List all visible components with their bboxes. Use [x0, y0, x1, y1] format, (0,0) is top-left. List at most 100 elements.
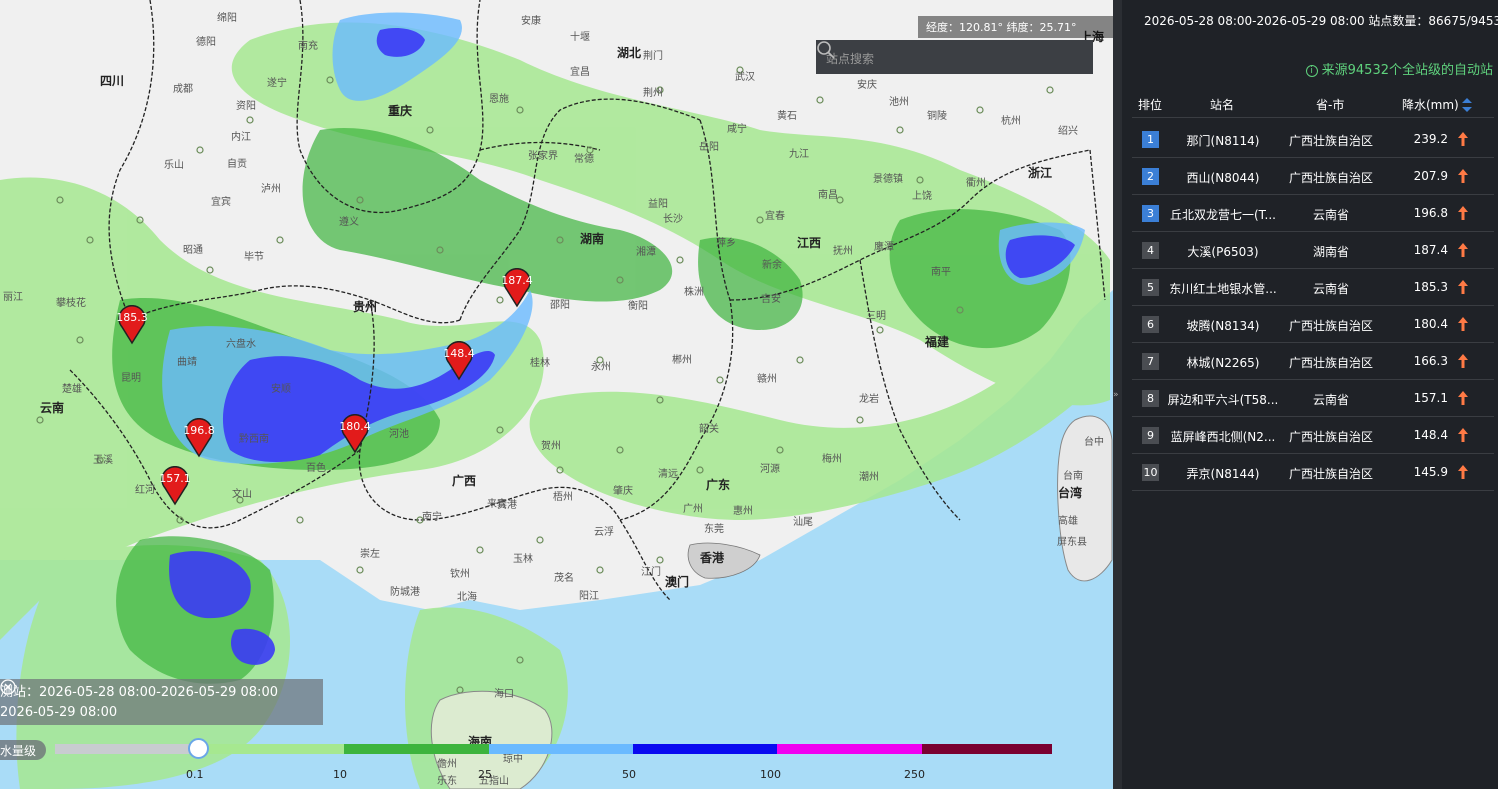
legend-threshold-slider[interactable]	[188, 738, 209, 759]
city-label: 自贡	[227, 159, 247, 170]
marker-value: 185.3	[116, 311, 148, 324]
city-label: 昭通	[183, 245, 203, 256]
station-name[interactable]: 弄京(N8144)	[1165, 465, 1281, 482]
col-precip[interactable]: 降水(mm)	[1402, 96, 1472, 113]
arrow-up-icon	[1458, 132, 1468, 146]
station-search-input[interactable]: 站点搜索	[816, 40, 1093, 74]
city-label: 铜陵	[927, 111, 947, 122]
sort-icon[interactable]	[1461, 98, 1472, 112]
station-name[interactable]: 坡腾(N8134)	[1165, 317, 1281, 334]
precip-value: 239.2	[1413, 132, 1448, 146]
city-label: 曲靖	[177, 357, 197, 368]
city-label: 六盘水	[226, 339, 256, 350]
province-label: 湖北	[617, 46, 642, 60]
city-label: 南充	[298, 41, 318, 52]
precip-value: 180.4	[1413, 317, 1448, 331]
rainfall-map[interactable]: 四川 湖北 重庆 贵州 湖南 江西 浙江 福建 云南 广西 广东 香港 澳门 台…	[0, 0, 1113, 789]
table-row[interactable]: 4 大溪(P6503) 湖南省 187.4	[1132, 232, 1494, 269]
station-name[interactable]: 丘北双龙营七一(T...	[1165, 206, 1281, 223]
city-label: 衡阳	[628, 301, 648, 312]
arrow-up-icon	[1458, 465, 1468, 479]
city-label: 宜春	[765, 211, 785, 222]
city-label: 红河	[135, 485, 155, 496]
rank-badge: 7	[1142, 353, 1159, 370]
rank-badge: 8	[1142, 390, 1159, 407]
city-label: 安顺	[271, 384, 291, 395]
station-name[interactable]: 林城(N2265)	[1165, 354, 1281, 371]
station-name[interactable]: 蓝屏峰西北侧(N2...	[1165, 428, 1281, 445]
arrow-up-icon	[1458, 317, 1468, 331]
rank-badge: 9	[1142, 427, 1159, 444]
city-label: 梧州	[553, 492, 573, 503]
precip-value: 196.8	[1413, 206, 1448, 220]
city-label: 北海	[457, 592, 477, 603]
table-row[interactable]: 3 丘北双龙营七一(T... 云南省 196.8	[1132, 195, 1494, 232]
province-label: 澳门	[665, 575, 690, 589]
city-label: 玉溪	[93, 455, 113, 466]
city-label: 阳江	[579, 591, 599, 602]
rainfall-marker[interactable]: 187.4	[501, 268, 533, 308]
city-label: 常德	[574, 154, 594, 165]
city-label: 百色	[306, 463, 326, 474]
province-label: 重庆	[388, 104, 413, 118]
station-name[interactable]: 西山(N8044)	[1165, 169, 1281, 186]
table-row[interactable]: 9 蓝屏峰西北侧(N2... 广西壮族自治区 148.4	[1132, 417, 1494, 454]
arrow-up-icon	[1458, 280, 1468, 294]
source-note: i 来源94532个全站级的自动站	[1305, 59, 1493, 78]
city-label: 台南	[1063, 471, 1083, 482]
province-label: 广西	[452, 474, 477, 488]
rainfall-marker[interactable]: 196.8	[183, 418, 215, 458]
rainfall-marker[interactable]: 185.3	[116, 305, 148, 345]
col-precip-label: 降水(mm)	[1402, 98, 1459, 112]
city-label: 广州	[683, 504, 703, 515]
city-label: 郴州	[672, 355, 692, 366]
precip-value: 207.9	[1413, 169, 1448, 183]
table-row[interactable]: 2 西山(N8044) 广西壮族自治区 207.9	[1132, 158, 1494, 195]
province-label: 四川	[100, 74, 125, 88]
station-name[interactable]: 那门(N8114)	[1165, 132, 1281, 149]
source-note-text: 来源94532个全站级的自动站	[1321, 63, 1493, 78]
table-row[interactable]: 6 坡腾(N8134) 广西壮族自治区 180.4	[1132, 306, 1494, 343]
table-row[interactable]: 8 屏边和平六斗(T58... 云南省 157.1	[1132, 380, 1494, 417]
close-icon[interactable]	[0, 679, 16, 695]
table-row[interactable]: 10 弄京(N8144) 广西壮族自治区 145.9	[1132, 454, 1494, 491]
city-label: 汕尾	[793, 517, 813, 528]
city-label: 防城港	[390, 587, 420, 598]
table-row[interactable]: 7 林城(N2265) 广西壮族自治区 166.3	[1132, 343, 1494, 380]
chevron-right-icon[interactable]: »	[1113, 390, 1122, 404]
station-name[interactable]: 屏边和平六斗(T58...	[1165, 391, 1281, 408]
marker-value: 157.1	[159, 472, 191, 485]
city-label: 贺州	[541, 441, 561, 452]
station-name[interactable]: 大溪(P6503)	[1165, 243, 1281, 260]
city-label: 崇左	[360, 549, 380, 560]
search-icon[interactable]	[816, 40, 836, 60]
province-name: 广西壮族自治区	[1288, 319, 1373, 333]
legend-tick: 250	[904, 768, 925, 781]
city-label: 黄石	[777, 111, 797, 122]
city-label: 毕节	[244, 252, 264, 263]
table-row[interactable]: 5 东川红土地银水管... 云南省 185.3	[1132, 269, 1494, 306]
precip-value: 157.1	[1413, 391, 1448, 405]
station-name[interactable]: 东川红土地银水管...	[1165, 280, 1281, 297]
legend-tick: 100	[760, 768, 781, 781]
rainfall-marker[interactable]: 157.1	[159, 466, 191, 506]
city-label: 鹰潭	[874, 242, 894, 253]
province-label: 湖南	[580, 232, 605, 246]
arrow-up-icon	[1458, 206, 1468, 220]
rainfall-marker[interactable]: 148.4	[443, 341, 475, 381]
legend-tick: 50	[622, 768, 636, 781]
city-label: 儋州	[437, 759, 457, 770]
city-label: 衢州	[966, 178, 986, 189]
city-label: 泸州	[261, 184, 281, 195]
province-name: 云南省	[1312, 282, 1349, 296]
arrow-up-icon	[1458, 169, 1468, 183]
legend-tick: 0.1	[186, 768, 204, 781]
ranking-panel: 2026-05-28 08:00-2026-05-29 08:00 站点数量：8…	[1122, 0, 1498, 789]
city-label: 玉林	[513, 554, 533, 565]
city-label: 抚州	[833, 246, 853, 257]
rank-badge: 4	[1142, 242, 1159, 259]
table-row[interactable]: 1 那门(N8114) 广西壮族自治区 239.2	[1132, 121, 1494, 158]
city-label: 遂宁	[267, 78, 287, 89]
rainfall-marker[interactable]: 180.4	[339, 414, 371, 454]
info-line-time: 2026-05-29 08:00	[0, 705, 118, 720]
